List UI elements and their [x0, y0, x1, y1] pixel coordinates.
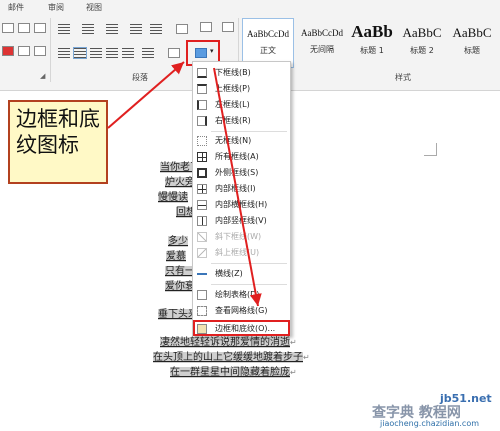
annotation-arrows [107, 61, 262, 307]
watermark-url: jiaocheng.chazidian.com [380, 419, 480, 428]
arrow-to-borders-shading-item [213, 67, 262, 307]
arrow-to-borders-button [107, 61, 185, 129]
